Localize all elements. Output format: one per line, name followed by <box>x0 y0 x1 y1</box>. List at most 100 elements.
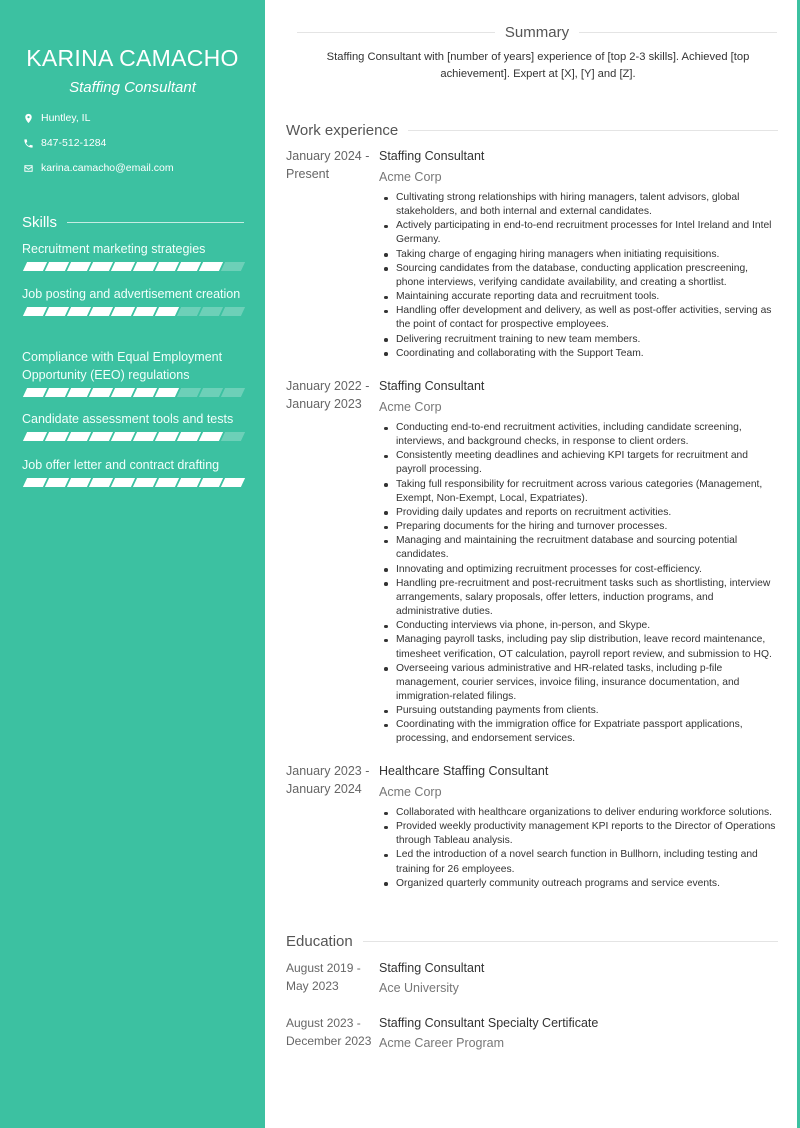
divider <box>362 941 778 942</box>
bullet-list: Conducting end-to-end recruitment activi… <box>379 421 776 747</box>
bullet-item: Conducting interviews via phone, in-pers… <box>379 619 776 633</box>
skill-item: Compliance with Equal Employment Opportu… <box>22 348 247 397</box>
rating-segment-empty <box>176 307 201 316</box>
rating-segment-filled <box>66 478 91 487</box>
candidate-role: Staffing Consultant <box>69 79 196 96</box>
bullet-item: Consistently meeting deadlines and achie… <box>379 449 776 477</box>
rating-segment-filled <box>22 262 47 271</box>
location-pin-icon <box>22 112 34 124</box>
rating-segment-filled <box>22 432 47 441</box>
envelope-icon <box>22 162 34 174</box>
divider <box>408 130 778 131</box>
rating-segment-filled <box>66 432 91 441</box>
bullet-item: Taking charge of engaging hiring manager… <box>379 248 776 262</box>
rating-segment-empty <box>220 262 245 271</box>
entry-dates: August 2023 - December 2023 <box>286 1016 372 1048</box>
rating-segment-filled <box>176 432 201 441</box>
job-title: Staffing Consultant <box>379 379 485 393</box>
company-name: Acme Corp <box>379 400 442 414</box>
rating-segment-filled <box>110 307 135 316</box>
divider <box>67 222 244 223</box>
skill-label: Job posting and advertisement creation <box>22 287 241 301</box>
bullet-item: Taking full responsibility for recruitme… <box>379 478 776 506</box>
bullet-item: Innovating and optimizing recruitment pr… <box>379 563 776 577</box>
degree-title: Staffing Consultant Specialty Certificat… <box>379 1016 599 1030</box>
skill-label: Job offer letter and contract drafting <box>22 458 220 472</box>
rating-segment-empty <box>220 432 245 441</box>
rating-segment-filled <box>66 307 91 316</box>
rating-segment-filled <box>66 388 91 397</box>
rating-segment-empty <box>198 307 223 316</box>
rating-segment-filled <box>132 262 157 271</box>
rating-segment-filled <box>110 388 135 397</box>
rating-segment-filled <box>154 388 179 397</box>
contact-location: Huntley, IL <box>22 112 90 124</box>
rating-segment-filled <box>44 307 69 316</box>
skill-rating-bar <box>22 388 247 397</box>
bullet-item: Provided weekly productivity management … <box>379 820 776 848</box>
rating-segment-empty <box>220 307 245 316</box>
rating-segment-filled <box>154 432 179 441</box>
contact-email: karina.camacho@email.com <box>22 162 174 174</box>
job-title: Healthcare Staffing Consultant <box>379 764 549 778</box>
email-link[interactable]: karina.camacho@email.com <box>41 162 174 174</box>
skills-heading: Skills <box>22 214 244 231</box>
rating-segment-filled <box>110 478 135 487</box>
bullet-item: Pursuing outstanding payments from clien… <box>379 704 776 718</box>
entry-dates: August 2019 - May 2023 <box>286 961 361 993</box>
skill-label: Compliance with Equal Employment Opportu… <box>22 350 223 382</box>
rating-segment-filled <box>22 478 47 487</box>
bullet-item: Overseeing various administrative and HR… <box>379 662 776 704</box>
bullet-item: Delivering recruitment training to new t… <box>379 333 776 347</box>
rating-segment-filled <box>110 262 135 271</box>
skill-rating-bar <box>22 307 247 316</box>
sidebar: KARINA CAMACHO Staffing Consultant Huntl… <box>0 0 265 1128</box>
entry-dates: January 2023 - January 2024 <box>286 764 370 796</box>
rating-segment-filled <box>132 478 157 487</box>
rating-segment-filled <box>66 262 91 271</box>
rating-segment-filled <box>198 432 223 441</box>
summary-text: Staffing Consultant with [number of year… <box>326 51 750 80</box>
bullet-item: Preparing documents for the hiring and t… <box>379 520 776 534</box>
bullet-list: Cultivating strong relationships with hi… <box>379 191 776 361</box>
phone-icon <box>22 137 34 149</box>
institution-name: Ace University <box>379 981 459 995</box>
rating-segment-filled <box>220 478 245 487</box>
rating-segment-filled <box>132 432 157 441</box>
company-name: Acme Corp <box>379 785 442 799</box>
rating-segment-filled <box>88 262 113 271</box>
rating-segment-empty <box>198 388 223 397</box>
rating-segment-filled <box>132 388 157 397</box>
skill-label: Candidate assessment tools and tests <box>22 412 234 426</box>
rating-segment-filled <box>110 432 135 441</box>
company-name: Acme Corp <box>379 170 442 184</box>
skill-rating-bar <box>22 432 247 441</box>
skill-rating-bar <box>22 262 247 271</box>
bullet-item: Handling offer development and delivery,… <box>379 304 776 332</box>
skill-item: Recruitment marketing strategies <box>22 240 247 271</box>
rating-segment-filled <box>198 478 223 487</box>
bullet-item: Managing and maintaining the recruitment… <box>379 534 776 562</box>
rating-segment-filled <box>44 388 69 397</box>
rating-segment-filled <box>22 388 47 397</box>
bullet-item: Managing payroll tasks, including pay sl… <box>379 633 776 661</box>
bullet-item: Cultivating strong relationships with hi… <box>379 191 776 219</box>
rating-segment-filled <box>154 478 179 487</box>
rating-segment-filled <box>44 432 69 441</box>
education-heading: Education <box>286 933 778 950</box>
rating-segment-filled <box>44 262 69 271</box>
rating-segment-empty <box>176 388 201 397</box>
rating-segment-filled <box>176 478 201 487</box>
entry-dates: January 2022 - January 2023 <box>286 379 370 411</box>
bullet-item: Collaborated with healthcare organizatio… <box>379 806 776 820</box>
rating-segment-filled <box>154 262 179 271</box>
bullet-item: Maintaining accurate reporting data and … <box>379 290 776 304</box>
skill-label: Recruitment marketing strategies <box>22 242 206 256</box>
rating-segment-filled <box>132 307 157 316</box>
skill-rating-bar <box>22 478 247 487</box>
bullet-item: Led the introduction of a novel search f… <box>379 848 776 876</box>
summary-heading: Summary <box>297 24 777 41</box>
rating-segment-filled <box>176 262 201 271</box>
divider <box>579 32 777 33</box>
bullet-item: Sourcing candidates from the database, c… <box>379 262 776 290</box>
